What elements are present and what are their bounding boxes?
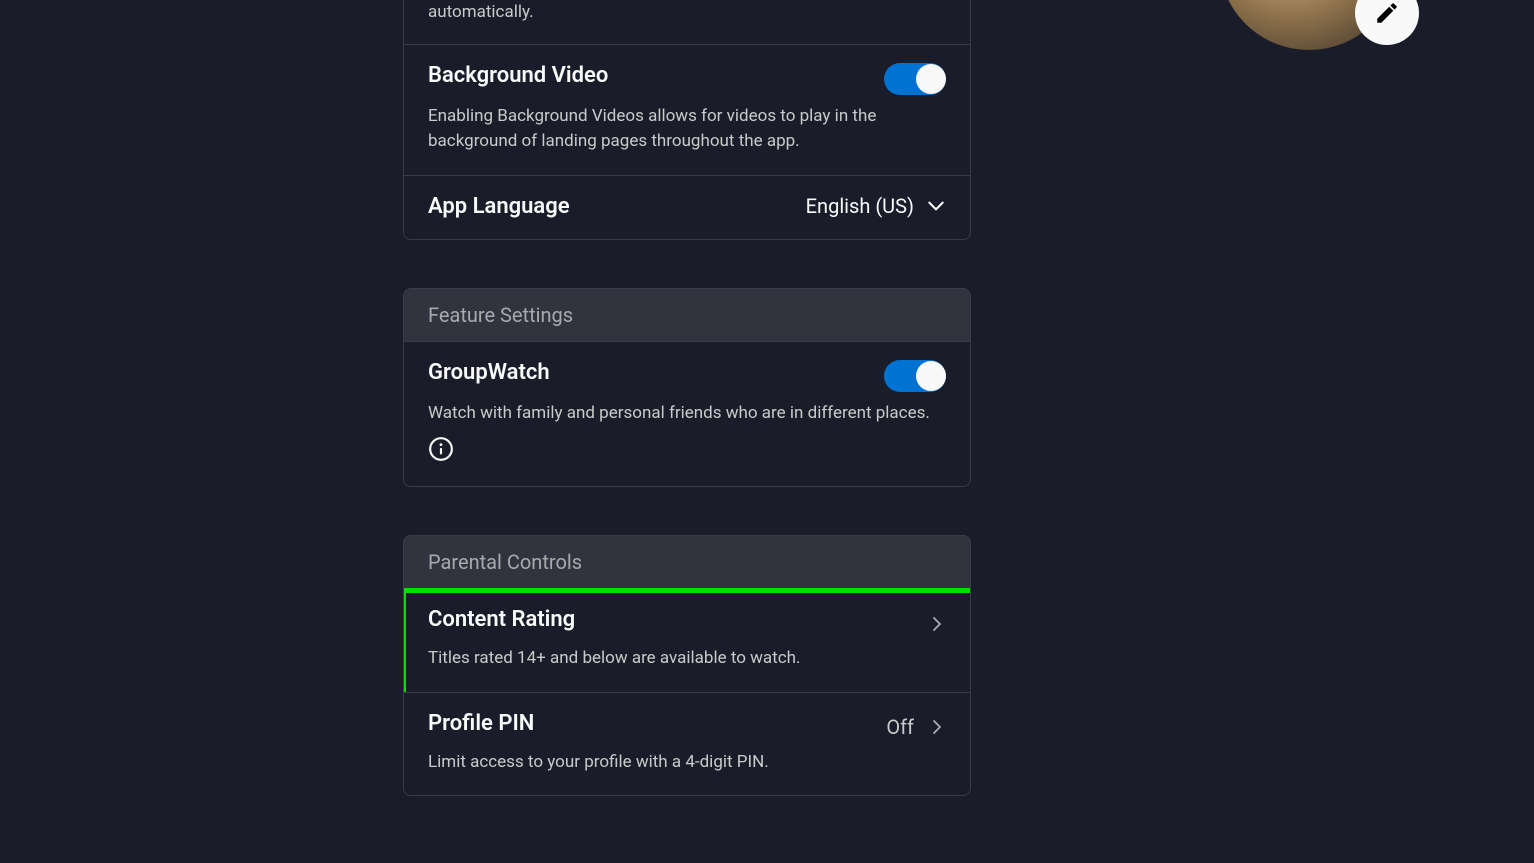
groupwatch-row: GroupWatch Watch with family and persona…: [404, 341, 970, 487]
profile-pin-title: Profile PIN: [428, 711, 866, 736]
profile-pin-desc: Limit access to your profile with a 4-di…: [428, 750, 946, 776]
chevron-right-icon: [928, 615, 946, 633]
toggle-knob: [916, 361, 946, 391]
toggle-knob: [916, 64, 946, 94]
app-language-value: English (US): [806, 194, 914, 218]
playback-settings-section: automatically. Background Video Enabling…: [403, 0, 971, 240]
highlight-box: [403, 588, 971, 698]
groupwatch-desc: Watch with family and personal friends w…: [428, 401, 946, 427]
background-video-row: Background Video Enabling Background Vid…: [404, 44, 970, 175]
info-icon[interactable]: [428, 436, 946, 466]
background-video-toggle[interactable]: [884, 63, 946, 95]
groupwatch-title: GroupWatch: [428, 360, 864, 385]
autoplay-row-partial: automatically.: [404, 0, 970, 44]
chevron-down-icon: [926, 196, 946, 216]
app-language-row[interactable]: App Language English (US): [404, 175, 970, 239]
settings-panel: automatically. Background Video Enabling…: [403, 0, 971, 796]
pencil-icon: [1374, 0, 1400, 26]
profile-pin-value: Off: [886, 715, 914, 739]
groupwatch-toggle[interactable]: [884, 360, 946, 392]
content-rating-title: Content Rating: [428, 607, 908, 632]
autoplay-desc: automatically.: [428, 0, 946, 26]
app-language-title: App Language: [428, 194, 570, 219]
feature-settings-header: Feature Settings: [404, 289, 970, 341]
edit-avatar-button[interactable]: [1355, 0, 1419, 45]
content-rating-row[interactable]: Content Rating Titles rated 14+ and belo…: [404, 588, 970, 692]
feature-settings-section: Feature Settings GroupWatch Watch with f…: [403, 288, 971, 488]
parental-controls-section: Parental Controls Content Rating Titles …: [403, 535, 971, 796]
profile-pin-row[interactable]: Profile PIN Off Limit access to your pro…: [404, 692, 970, 796]
background-video-title: Background Video: [428, 63, 864, 88]
avatar-region: [1219, 0, 1399, 50]
parental-controls-header: Parental Controls: [404, 536, 970, 588]
chevron-right-icon: [928, 718, 946, 736]
background-video-desc: Enabling Background Videos allows for vi…: [428, 104, 946, 155]
content-rating-desc: Titles rated 14+ and below are available…: [428, 646, 946, 672]
